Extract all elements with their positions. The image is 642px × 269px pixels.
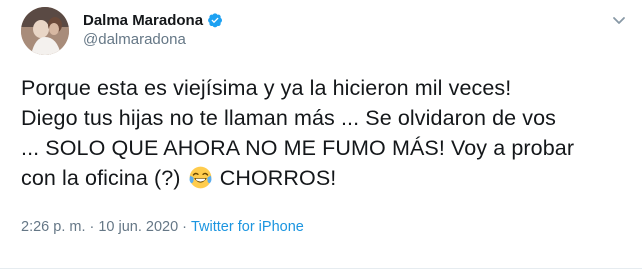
tweet-text: Porque esta es viejísima y ya la hiciero… [21,73,631,193]
tears-of-joy-emoji-icon [189,166,212,189]
meta-separator: · [182,219,187,235]
meta-separator: · [89,219,95,235]
display-name[interactable]: Dalma Maradona [83,12,203,29]
author-row: Dalma Maradona [83,10,223,30]
tweet-card: Dalma Maradona @dalmaradona Porque esta … [0,0,642,269]
tweet-meta: 2:26 p. m. · 10 jun. 2020 · Twitter for … [21,219,304,235]
tweet-text-line: ... SOLO QUE AHORA NO ME FUMO MÁS! Voy a… [21,136,575,160]
tweet-date[interactable]: 10 jun. 2020 [98,219,178,235]
avatar[interactable] [21,7,69,55]
author-handle[interactable]: @dalmaradona [83,31,186,48]
tweet-text-segment: con la oficina (?) [21,166,181,190]
tweet-text-line: Diego tus hijas no te llaman más ... Se … [21,106,557,130]
tweet-source-link[interactable]: Twitter for iPhone [191,219,304,235]
tweet-text-segment: CHORROS! [219,166,337,190]
chevron-down-icon[interactable] [611,12,627,28]
tweet-text-line: con la oficina (?) CHORROS! [21,163,631,193]
verified-badge-icon [207,12,223,28]
tweet-time[interactable]: 2:26 p. m. [21,219,85,235]
tweet-text-line: Porque esta es viejísima y ya la hiciero… [21,76,512,100]
